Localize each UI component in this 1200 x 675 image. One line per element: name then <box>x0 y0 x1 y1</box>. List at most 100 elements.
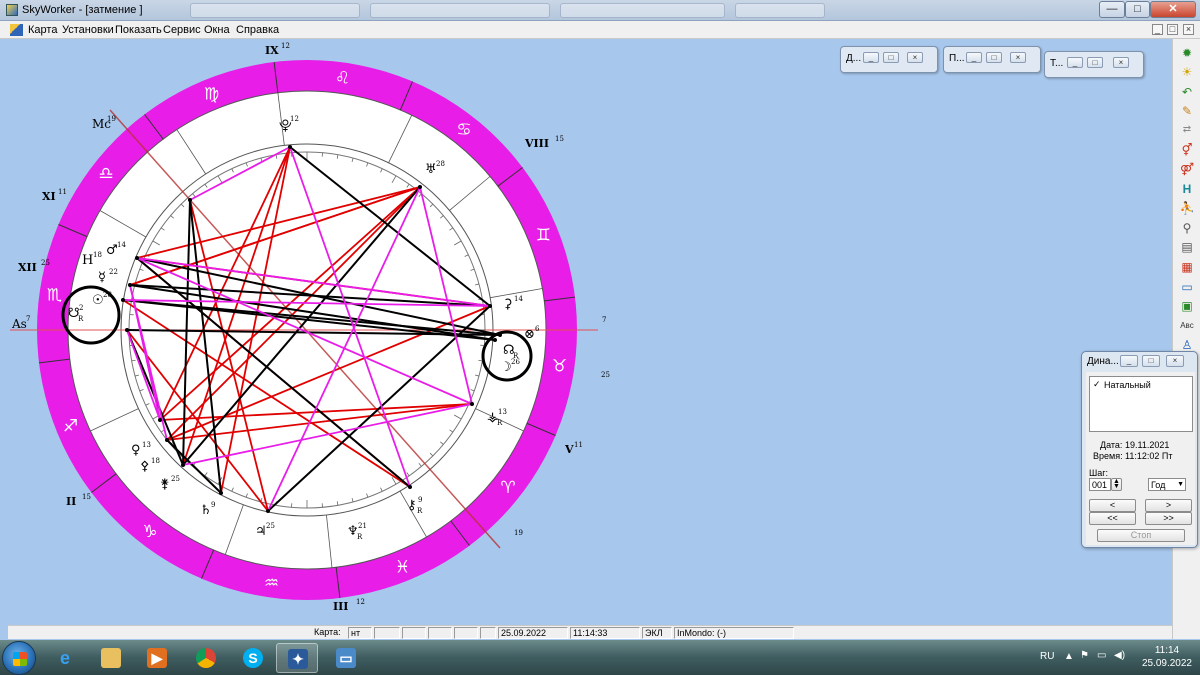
unit-select[interactable]: Год ▼ <box>1148 478 1186 491</box>
status-empty-1 <box>374 627 400 639</box>
mini-window-1-minimize[interactable]: _ <box>863 52 879 63</box>
mdi-restore-button[interactable]: □ <box>1167 24 1178 35</box>
taskbar-chrome[interactable] <box>185 643 227 673</box>
menu-settings[interactable]: Установки <box>62 24 114 36</box>
natal-chart-wheel[interactable]: ♍ ♌ ♋ ♊ ♉ ♈ ♓ ♒ ♑ ♐ ♏ ♎ <box>0 39 1172 625</box>
document-icon[interactable]: ▤ <box>1178 239 1196 255</box>
planet-point <box>128 283 132 287</box>
taskbar-ie[interactable]: e <box>44 643 86 673</box>
zodiac-sign-glyph: ♌ <box>335 68 350 88</box>
maximize-button[interactable]: □ <box>1125 1 1150 18</box>
ie-icon: e <box>59 648 70 668</box>
menu-show[interactable]: Показать <box>115 24 162 36</box>
zodiac-sign-glyph: ♈ <box>500 478 515 498</box>
planet-point <box>135 256 139 260</box>
zodiac-sign-glyph: ♎ <box>98 164 113 184</box>
media-player-icon: ▶ <box>147 648 167 668</box>
unit-value: Год <box>1151 480 1166 490</box>
date-value: 19.11.2021 <box>1125 440 1170 450</box>
step-input[interactable]: 001 <box>1089 478 1111 491</box>
mini-window-1-close[interactable]: × <box>907 52 923 63</box>
next-button[interactable]: > <box>1145 499 1192 512</box>
abc-icon[interactable]: Aʙc <box>1178 318 1196 334</box>
mini-window-3-close[interactable]: × <box>1113 57 1129 68</box>
chevron-down-icon: ▼ <box>1177 481 1184 488</box>
zodiac-sign-glyph: ♓ <box>395 557 410 577</box>
prev-button[interactable]: < <box>1089 499 1136 512</box>
h-letter-icon[interactable]: H <box>1178 181 1196 197</box>
calendar-icon[interactable]: ▦ <box>1178 259 1196 275</box>
pencil-icon[interactable]: ✎ <box>1178 103 1196 119</box>
menu-service[interactable]: Сервис <box>163 24 201 36</box>
planet-point <box>266 509 270 513</box>
return-arrow-icon[interactable]: ↶ <box>1178 84 1196 100</box>
mini-window-3-minimize[interactable]: _ <box>1067 57 1083 68</box>
stop-button[interactable]: Стоп <box>1097 529 1185 542</box>
gallery-icon[interactable]: ▣ <box>1178 298 1196 314</box>
menu-karta[interactable]: Карта <box>28 24 57 36</box>
tray-monitor-icon[interactable]: ▭ <box>1097 650 1106 661</box>
prev-fast-button[interactable]: << <box>1089 512 1136 525</box>
mdi-minimize-button[interactable]: _ <box>1152 24 1163 35</box>
title-bar: SkyWorker - [затмение ] — □ ✕ <box>0 0 1200 21</box>
skyworker-icon: ✦ <box>288 649 308 669</box>
zodiac-sign-glyph: ♏ <box>47 286 62 306</box>
mini-window-3[interactable]: Т... _ □ × <box>1044 51 1144 78</box>
tray-flag-icon[interactable]: ⚑ <box>1080 650 1089 661</box>
planet-point <box>125 328 129 332</box>
zodiac-sign-glyph: ♐ <box>63 417 78 437</box>
chart-list[interactable]: ✓ Натальный <box>1089 376 1193 432</box>
mini-window-1[interactable]: Д... _ □ × <box>840 46 938 73</box>
runner-icon[interactable]: ⛹ <box>1178 200 1196 216</box>
planet-point <box>288 145 292 149</box>
list-item-natal[interactable]: Натальный <box>1104 380 1151 390</box>
status-empty-4 <box>454 627 478 639</box>
taskbar-window[interactable]: ▭ <box>325 643 367 673</box>
menu-windows[interactable]: Окна <box>204 24 230 36</box>
scanner-icon[interactable]: ▭ <box>1178 279 1196 295</box>
mini-window-2-restore[interactable]: □ <box>986 52 1002 63</box>
mini-window-2-close[interactable]: × <box>1010 52 1026 63</box>
dynamics-close[interactable]: × <box>1166 355 1184 367</box>
magnifier-icon[interactable]: ⚲ <box>1178 220 1196 236</box>
tray-expand-icon[interactable]: ▲ <box>1064 651 1074 662</box>
clock-date: 25.09.2022 <box>1141 658 1192 669</box>
zodiac-sign-glyph: ♍ <box>204 85 219 105</box>
gender-icon[interactable]: ⚥ <box>1178 142 1196 158</box>
tray-volume-icon[interactable]: ◀) <box>1114 650 1125 661</box>
date-label: Дата: <box>1100 440 1123 450</box>
sun-icon[interactable]: ☀ <box>1178 64 1196 80</box>
language-indicator[interactable]: RU <box>1040 651 1054 662</box>
venus-mars-icon[interactable]: ⚤ <box>1178 161 1196 177</box>
menu-bar: Карта Установки Показать Сервис Окна Спр… <box>0 21 1200 39</box>
start-button[interactable] <box>2 641 36 675</box>
step-spinner[interactable]: ▲ ▼ <box>1111 478 1122 491</box>
mini-window-2[interactable]: П... _ □ × <box>943 46 1041 73</box>
dynamics-minimize[interactable]: _ <box>1120 355 1138 367</box>
arrows-icon[interactable]: ⇄ <box>1178 122 1196 138</box>
mini-window-1-restore[interactable]: □ <box>883 52 899 63</box>
document-icon[interactable] <box>10 24 23 36</box>
mini-window-2-minimize[interactable]: _ <box>966 52 982 63</box>
right-toolbar: ✹ ☀ ↶ ✎ ⇄ ⚥ ⚤ H ⛹ ⚲ ▤ ▦ ▭ ▣ Aʙc ♙ <box>1172 39 1200 639</box>
status-empty-2 <box>402 627 426 639</box>
taskbar-media[interactable]: ▶ <box>136 643 178 673</box>
window-title: SkyWorker - [затмение ] <box>22 4 143 16</box>
menu-help[interactable]: Справка <box>236 24 279 36</box>
taskbar-explorer[interactable] <box>90 643 132 673</box>
dynamics-restore[interactable]: □ <box>1142 355 1160 367</box>
status-inmondo: InMondo: (-) <box>674 627 794 639</box>
taskbar-skype[interactable]: S <box>232 643 274 673</box>
minimize-button[interactable]: — <box>1099 1 1125 18</box>
background-tab-3 <box>560 3 725 18</box>
dynamics-window[interactable]: Дина... _ □ × ✓ Натальный Дата: 19.11.20… <box>1081 351 1198 548</box>
taskbar-skyworker[interactable]: ✦ <box>276 643 318 673</box>
taskbar-clock[interactable]: 11:14 25.09.2022 <box>1142 644 1192 670</box>
status-empty-3 <box>428 627 452 639</box>
close-button[interactable]: ✕ <box>1150 1 1196 18</box>
mini-window-3-restore[interactable]: □ <box>1087 57 1103 68</box>
dynamics-title: Дина... <box>1087 356 1119 367</box>
next-fast-button[interactable]: >> <box>1145 512 1192 525</box>
star-sun-icon[interactable]: ✹ <box>1178 45 1196 61</box>
mdi-close-button[interactable]: × <box>1183 24 1194 35</box>
